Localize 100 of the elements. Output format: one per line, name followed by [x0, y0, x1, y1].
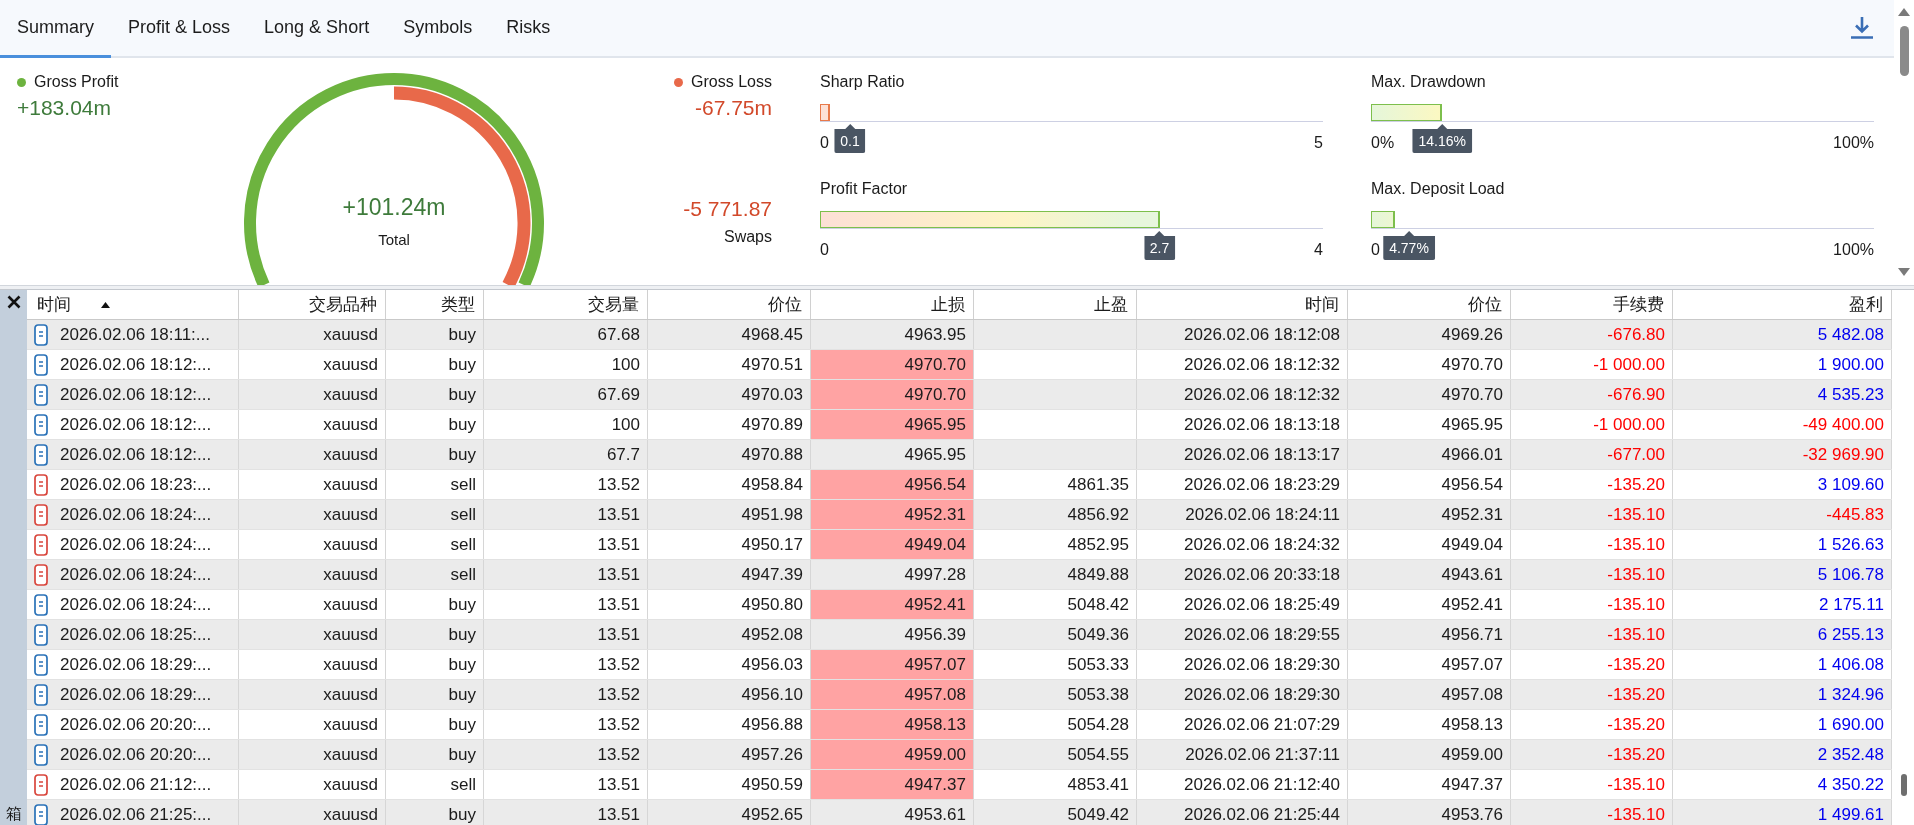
document-icon [34, 773, 48, 796]
table-row[interactable]: 2026.02.06 20:20:... xauusd buy 13.52 4957.26 4959.00 5054.55 2026.02.06 21:37:11 4959.00 -135.20 2 352.48 [27, 740, 1892, 770]
document-icon [34, 563, 48, 586]
table-row[interactable]: 2026.02.06 21:25:... xauusd buy 13.51 4952.65 4953.61 5049.42 2026.02.06 21:25:44 4953.76 -135.10 1 499.61 [27, 800, 1892, 825]
open-time-text: 2026.02.06 18:24:... [60, 534, 212, 555]
close-time-cell: 2026.02.06 21:37:11 [1137, 740, 1348, 769]
table-row[interactable]: 2026.02.06 18:24:... xauusd sell 13.51 4950.17 4949.04 4852.95 2026.02.06 18:24:32 4949.04 -135.10 1 526.63 [27, 530, 1892, 560]
download-icon[interactable] [1850, 17, 1874, 39]
open-time-text: 2026.02.06 18:12:... [60, 384, 212, 405]
column-header[interactable]: 价位 [648, 290, 811, 319]
open-time-text: 2026.02.06 20:20:... [60, 714, 212, 735]
scale-max-label: 100% [1833, 240, 1874, 260]
document-icon [34, 473, 48, 496]
table-row[interactable]: 2026.02.06 18:11:... xauusd buy 67.68 4968.45 4963.95 2026.02.06 18:12:08 4969.26 -676.80 5 482.08 [27, 320, 1892, 350]
type-cell: sell [386, 560, 484, 589]
value-badge: 4.77% [1383, 231, 1435, 260]
stop-loss-cell: 4957.08 [811, 680, 974, 709]
table-row[interactable]: 2026.02.06 18:12:... xauusd buy 100 4970.51 4970.70 2026.02.06 18:12:32 4970.70 -1 000.00 1 900.00 [27, 350, 1892, 380]
tab[interactable]: Profit & Loss [111, 0, 248, 58]
scale-max-label: 100% [1833, 133, 1874, 153]
open-time-text: 2026.02.06 18:12:... [60, 354, 212, 375]
stop-loss-cell: 4970.70 [811, 380, 974, 409]
table-row[interactable]: 2026.02.06 18:25:... xauusd buy 13.51 4952.08 4956.39 5049.36 2026.02.06 18:29:55 4956.71 -135.10 6 255.13 [27, 620, 1892, 650]
close-price-cell: 4947.37 [1348, 770, 1511, 799]
scrollbar-thumb[interactable] [1899, 26, 1909, 76]
scroll-down-icon[interactable] [1898, 268, 1910, 276]
tab[interactable]: Summary [0, 0, 111, 58]
open-price-cell: 4952.08 [648, 620, 811, 649]
take-profit-cell: 5053.38 [974, 680, 1137, 709]
close-price-cell: 4956.54 [1348, 470, 1511, 499]
table-row[interactable]: 2026.02.06 18:24:... xauusd sell 13.51 4951.98 4952.31 4856.92 2026.02.06 18:24:11 4952.31 -135.10 -445.83 [27, 500, 1892, 530]
document-icon [34, 623, 48, 646]
commission-cell: -135.10 [1511, 620, 1673, 649]
commission-cell: -677.00 [1511, 440, 1673, 469]
open-time-text: 2026.02.06 18:25:... [60, 624, 212, 645]
volume-cell: 67.68 [484, 320, 648, 349]
scroll-up-icon[interactable] [1898, 8, 1910, 16]
open-time-text: 2026.02.06 18:29:... [60, 684, 212, 705]
stop-loss-cell: 4952.41 [811, 590, 974, 619]
symbol-cell: xauusd [239, 800, 386, 825]
column-header[interactable]: 手续费 [1511, 290, 1673, 319]
open-time-text: 2026.02.06 18:11:... [60, 324, 210, 345]
close-price-cell: 4965.95 [1348, 410, 1511, 439]
symbol-cell: xauusd [239, 770, 386, 799]
volume-cell: 13.51 [484, 800, 648, 825]
document-icon [34, 713, 48, 736]
close-time-cell: 2026.02.06 18:25:49 [1137, 590, 1348, 619]
legend-dot-icon [17, 77, 26, 87]
symbol-cell: xauusd [239, 500, 386, 529]
column-header[interactable]: 交易量 [484, 290, 648, 319]
tab[interactable]: Long & Short [247, 0, 387, 58]
column-header[interactable]: 止盈 [974, 290, 1137, 319]
type-cell: buy [386, 440, 484, 469]
tab[interactable]: Risks [489, 0, 568, 58]
document-icon [34, 593, 48, 616]
symbol-cell: xauusd [239, 410, 386, 439]
close-time-cell: 2026.02.06 21:12:40 [1137, 770, 1348, 799]
tab[interactable]: Symbols [386, 0, 490, 58]
column-header[interactable]: 交易品种 [239, 290, 386, 319]
table-row[interactable]: 2026.02.06 20:20:... xauusd buy 13.52 4956.88 4958.13 5054.28 2026.02.06 21:07:29 4958.13 -135.20 1 690.00 [27, 710, 1892, 740]
scale-max-label: 4 [1314, 240, 1323, 260]
type-cell: buy [386, 650, 484, 679]
type-cell: sell [386, 470, 484, 499]
column-header[interactable]: 止损 [811, 290, 974, 319]
total-label: Total [378, 230, 410, 250]
table-row[interactable]: 2026.02.06 18:24:... xauusd buy 13.51 4950.80 4952.41 5048.42 2026.02.06 18:25:49 4952.41 -135.10 2 175.11 [27, 590, 1892, 620]
table-row[interactable]: 2026.02.06 18:24:... xauusd sell 13.51 4947.39 4997.28 4849.88 2026.02.06 20:33:18 4943.61 -135.10 5 106.78 [27, 560, 1892, 590]
table-row[interactable]: 2026.02.06 21:12:... xauusd sell 13.51 4950.59 4947.37 4853.41 2026.02.06 21:12:40 4947.37 -135.10 4 350.22 [27, 770, 1892, 800]
symbol-cell: xauusd [239, 440, 386, 469]
value-badge: 0.1 [834, 124, 866, 153]
take-profit-cell: 5053.33 [974, 650, 1137, 679]
close-time-cell: 2026.02.06 18:24:32 [1137, 530, 1348, 559]
close-time-cell: 2026.02.06 20:33:18 [1137, 560, 1348, 589]
close-price-cell: 4957.07 [1348, 650, 1511, 679]
table-row[interactable]: 2026.02.06 18:23:... xauusd sell 13.52 4958.84 4956.54 4861.35 2026.02.06 18:23:29 4956.54 -135.20 3 109.60 [27, 470, 1892, 500]
open-price-cell: 4970.88 [648, 440, 811, 469]
close-price-cell: 4957.08 [1348, 680, 1511, 709]
commission-cell: -1 000.00 [1511, 410, 1673, 439]
scrollbar-thumb[interactable] [1901, 774, 1907, 796]
close-time-cell: 2026.02.06 21:07:29 [1137, 710, 1348, 739]
table-row[interactable]: 2026.02.06 18:29:... xauusd buy 13.52 4956.10 4957.08 5053.38 2026.02.06 18:29:30 4957.08 -135.20 1 324.96 [27, 680, 1892, 710]
stop-loss-cell: 4959.00 [811, 740, 974, 769]
table-row[interactable]: 2026.02.06 18:12:... xauusd buy 67.69 4970.03 4970.70 2026.02.06 18:12:32 4970.70 -676.90 4 535.23 [27, 380, 1892, 410]
column-header[interactable]: 类型 [386, 290, 484, 319]
column-header[interactable]: 时间 [1137, 290, 1348, 319]
column-header[interactable]: 价位 [1348, 290, 1511, 319]
open-time-text: 2026.02.06 18:12:... [60, 444, 212, 465]
close-icon[interactable] [6, 295, 21, 309]
document-icon [34, 413, 48, 436]
column-header[interactable]: 时间 [27, 290, 239, 319]
volume-cell: 13.52 [484, 650, 648, 679]
close-price-cell: 4949.04 [1348, 530, 1511, 559]
type-cell: buy [386, 620, 484, 649]
table-row[interactable]: 2026.02.06 18:12:... xauusd buy 67.7 4970.88 4965.95 2026.02.06 18:13:17 4966.01 -677.00 -32 969.90 [27, 440, 1892, 470]
close-time-cell: 2026.02.06 18:29:55 [1137, 620, 1348, 649]
stop-loss-cell: 4963.95 [811, 320, 974, 349]
close-price-cell: 4952.31 [1348, 500, 1511, 529]
table-row[interactable]: 2026.02.06 18:29:... xauusd buy 13.52 4956.03 4957.07 5053.33 2026.02.06 18:29:30 4957.07 -135.20 1 406.08 [27, 650, 1892, 680]
close-time-cell: 2026.02.06 18:12:32 [1137, 380, 1348, 409]
table-row[interactable]: 2026.02.06 18:12:... xauusd buy 100 4970.89 4965.95 2026.02.06 18:13:18 4965.95 -1 000.00 -49 400.00 [27, 410, 1892, 440]
